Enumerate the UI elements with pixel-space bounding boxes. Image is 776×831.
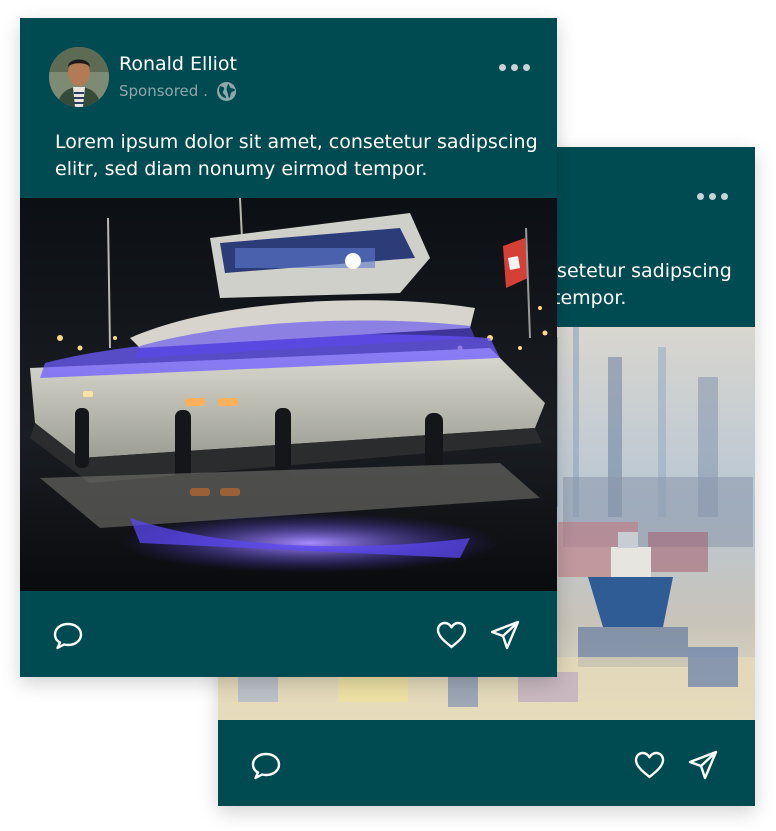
send-icon[interactable]	[490, 620, 520, 650]
comment-icon[interactable]	[53, 622, 83, 650]
post-image[interactable]	[20, 198, 557, 591]
post-text-line-1: Lorem ipsum dolor sit amet, consetetur s…	[55, 131, 538, 153]
post-text: Lorem ipsum dolor sit amet, consetetur s…	[55, 129, 538, 183]
author-name[interactable]: Ronald Elliot	[119, 53, 237, 75]
post-text-line-1: nsetetur sadipscing	[545, 260, 732, 282]
avatar[interactable]	[49, 47, 109, 107]
comment-icon[interactable]	[251, 752, 281, 780]
post-card-front: Ronald Elliot Sponsored . Lorem ipsum do…	[20, 18, 557, 677]
more-options-icon[interactable]	[697, 193, 728, 200]
globe-icon	[216, 81, 237, 106]
yacht-photo	[20, 198, 557, 591]
post-text-line-2: tempor.	[553, 287, 627, 309]
sponsored-label: Sponsored .	[119, 82, 208, 100]
heart-icon[interactable]	[436, 621, 467, 649]
heart-icon[interactable]	[634, 751, 665, 779]
more-options-icon[interactable]	[499, 64, 530, 71]
send-icon[interactable]	[688, 750, 718, 780]
post-text-line-2: elitr, sed diam nonumy eirmod tempor.	[55, 158, 428, 180]
